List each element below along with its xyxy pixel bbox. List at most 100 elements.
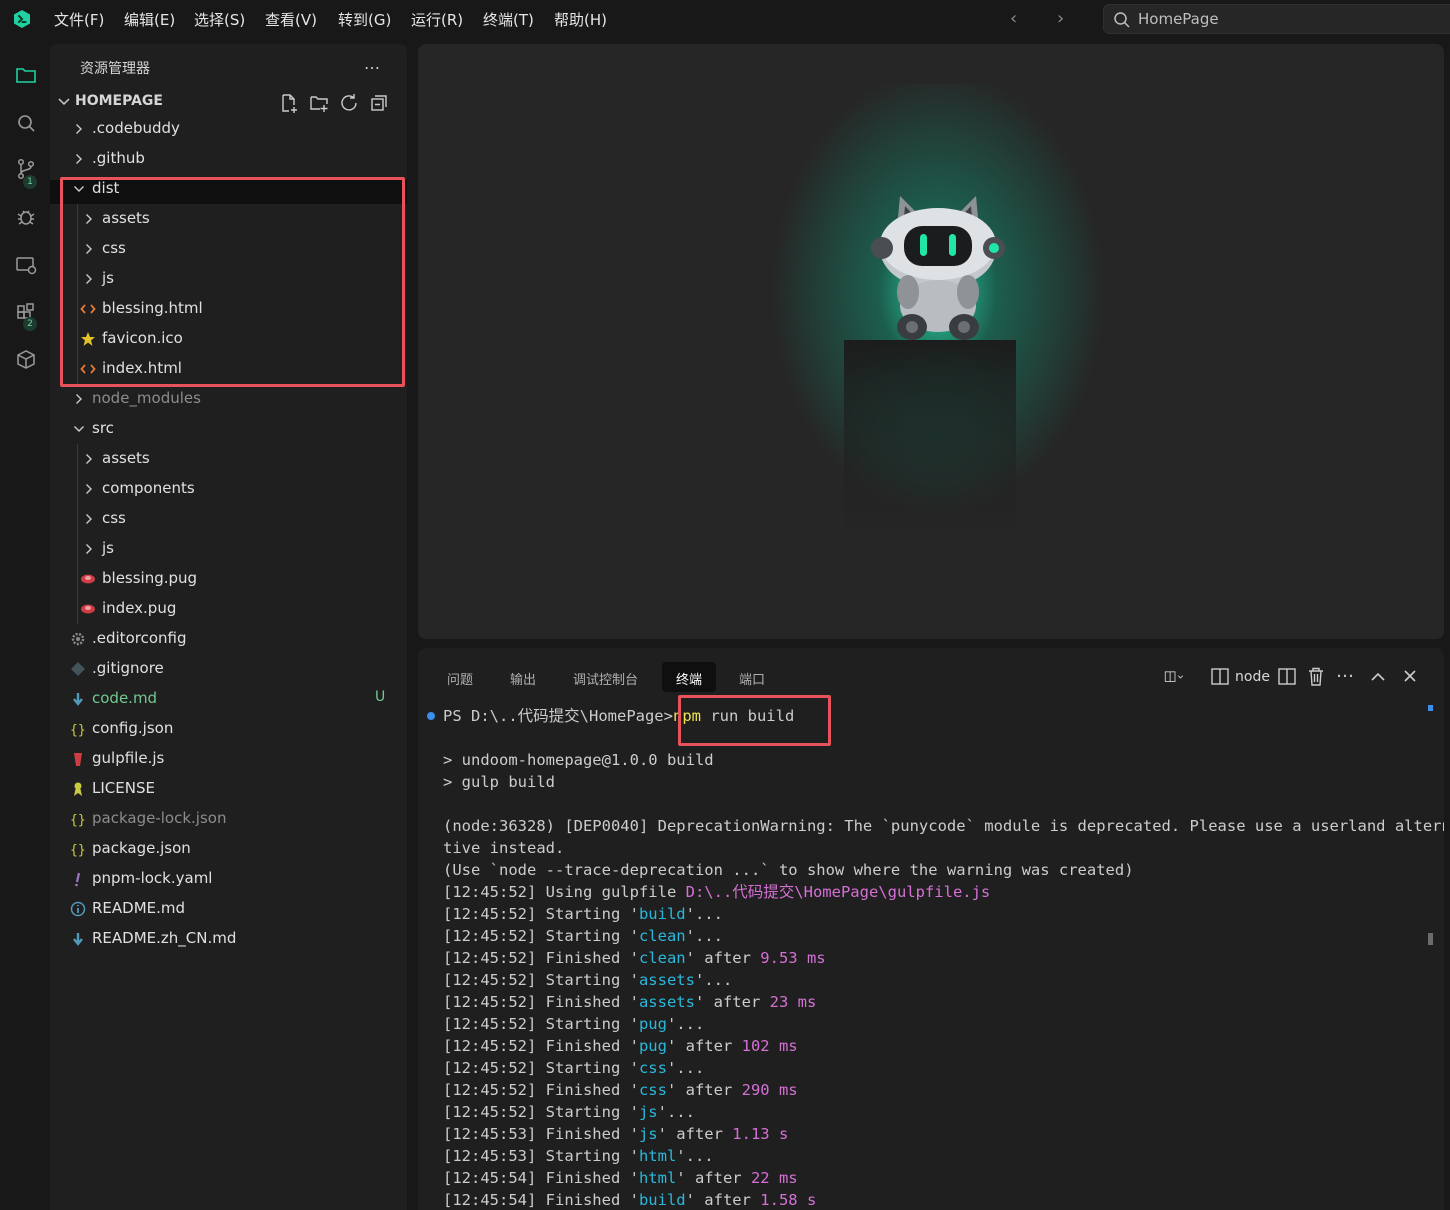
command-status-dot bbox=[427, 712, 435, 720]
gear-file-icon bbox=[71, 632, 85, 646]
menu-view[interactable]: 查看(V) bbox=[265, 9, 317, 30]
tree-item-label: js bbox=[102, 539, 114, 557]
log-prefix: [12:45:52] Starting ' bbox=[443, 905, 639, 923]
log-prefix: [12:45:54] Finished ' bbox=[443, 1191, 639, 1209]
menu-selection[interactable]: 选择(S) bbox=[194, 9, 245, 30]
terminal-log-line: [12:45:52] Starting 'css'... bbox=[443, 1057, 704, 1079]
terminal-line: tive instead. bbox=[443, 837, 564, 859]
chevron-down-icon bbox=[58, 98, 70, 106]
refresh-icon[interactable] bbox=[339, 93, 359, 113]
maximize-panel-chevron-up-icon[interactable] bbox=[1368, 666, 1390, 688]
log-after: ' after bbox=[676, 1169, 751, 1187]
log-prefix: [12:45:52] Starting ' bbox=[443, 1015, 639, 1033]
nav-forward-icon[interactable]: › bbox=[1057, 8, 1064, 29]
tab-ports[interactable]: 端口 bbox=[725, 662, 779, 692]
pug-file-icon bbox=[81, 604, 95, 614]
task-name: pug bbox=[638, 1015, 667, 1033]
terminal-line: > undoom-homepage@1.0.0 build bbox=[443, 749, 714, 771]
robot-cat-mascot-image bbox=[871, 196, 1005, 340]
tab-terminal[interactable]: 终端 bbox=[662, 662, 717, 692]
tree-file-code-md[interactable]: code.md U bbox=[50, 684, 407, 714]
tree-file-index-pug[interactable]: index.pug bbox=[50, 594, 407, 624]
explorer-title: 资源管理器 bbox=[80, 61, 150, 77]
tree-file-readme-zh-cn-md[interactable]: README.zh_CN.md bbox=[50, 924, 407, 954]
split-terminal-icon[interactable] bbox=[1277, 666, 1299, 688]
task-name: js bbox=[638, 1103, 658, 1121]
log-prefix: [12:45:52] Finished ' bbox=[443, 1037, 639, 1055]
tree-file-package-lock-json[interactable]: {} package-lock.json bbox=[50, 804, 407, 834]
more-actions-icon[interactable]: … bbox=[364, 54, 381, 73]
tree-file-blessing-pug[interactable]: blessing.pug bbox=[50, 564, 407, 594]
tree-file-package-json[interactable]: {} package.json bbox=[50, 834, 407, 864]
debug-icon[interactable] bbox=[15, 206, 37, 228]
terminal-text: > undoom-homepage@1.0.0 build bbox=[443, 751, 714, 769]
more-actions-icon[interactable]: … bbox=[1336, 661, 1358, 683]
project-name: HOMEPAGE bbox=[75, 93, 163, 109]
tree-folder-node-modules[interactable]: node_modules bbox=[50, 384, 407, 414]
log-suffix: '... bbox=[666, 1015, 705, 1033]
app-logo-icon[interactable] bbox=[12, 9, 32, 29]
nav-back-icon[interactable]: ‹ bbox=[1010, 8, 1017, 29]
menu-terminal[interactable]: 终端(T) bbox=[483, 9, 534, 30]
tree-file-editorconfig[interactable]: .editorconfig bbox=[50, 624, 407, 654]
license-file-icon bbox=[74, 782, 82, 796]
terminal-instance-icon[interactable] bbox=[1210, 666, 1232, 688]
log-after: ' after bbox=[694, 993, 770, 1011]
collapse-all-icon[interactable] bbox=[369, 93, 389, 113]
tree-folder-css[interactable]: css bbox=[50, 504, 407, 534]
terminal-scrollbar-thumb[interactable] bbox=[1428, 933, 1433, 945]
tree-folder-components[interactable]: components bbox=[50, 474, 407, 504]
terminal-text: [12:45:52] Using gulpfile bbox=[443, 883, 686, 901]
highlight-box-dist bbox=[60, 177, 405, 387]
log-after: ' after bbox=[685, 1191, 761, 1209]
remote-explorer-icon[interactable] bbox=[15, 254, 37, 276]
activity-bar: 1 2 bbox=[0, 40, 50, 1210]
menu-file[interactable]: 文件(F) bbox=[54, 9, 104, 30]
terminal-name[interactable]: node bbox=[1235, 669, 1270, 685]
task-duration: 23 ms bbox=[769, 993, 817, 1011]
source-control-badge: 1 bbox=[23, 175, 37, 189]
preview-panel bbox=[418, 44, 1444, 639]
kill-terminal-trash-icon[interactable] bbox=[1306, 666, 1328, 688]
tab-output[interactable]: 输出 bbox=[496, 662, 550, 692]
menu-go[interactable]: 转到(G) bbox=[338, 9, 391, 30]
explorer-icon[interactable] bbox=[15, 64, 37, 86]
tree-file-license[interactable]: LICENSE bbox=[50, 774, 407, 804]
markdown-file-icon bbox=[73, 933, 83, 946]
tree-item-label: code.md bbox=[92, 689, 158, 707]
search-icon[interactable] bbox=[15, 112, 37, 134]
command-center-search[interactable]: HomePage bbox=[1103, 4, 1450, 34]
task-duration: 9.53 ms bbox=[760, 949, 826, 967]
tree-item-label: README.zh_CN.md bbox=[92, 929, 237, 947]
task-name: html bbox=[638, 1147, 677, 1165]
tree-item-label: blessing.pug bbox=[102, 569, 198, 587]
tree-file-config-json[interactable]: {} config.json bbox=[50, 714, 407, 744]
tree-file-gulpfile-js[interactable]: gulpfile.js bbox=[50, 744, 407, 774]
new-folder-icon[interactable] bbox=[309, 93, 329, 113]
terminal-log-line: [12:45:54] Finished 'html' after 22 ms bbox=[443, 1167, 798, 1189]
tree-file-gitignore[interactable]: .gitignore bbox=[50, 654, 407, 684]
tree-folder-assets[interactable]: assets bbox=[50, 444, 407, 474]
package-icon[interactable] bbox=[15, 348, 37, 370]
project-header[interactable]: HOMEPAGE bbox=[50, 90, 407, 114]
tree-file-pnpm-lock-yaml[interactable]: pnpm-lock.yaml bbox=[50, 864, 407, 894]
menu-help[interactable]: 帮助(H) bbox=[554, 9, 607, 30]
menu-edit[interactable]: 编辑(E) bbox=[124, 9, 175, 30]
chevron-right-icon bbox=[76, 394, 82, 404]
tab-problems[interactable]: 问题 bbox=[433, 662, 487, 692]
tab-debug-console[interactable]: 调试控制台 bbox=[559, 662, 652, 692]
search-icon bbox=[1114, 12, 1130, 28]
tree-folder-github[interactable]: .github bbox=[50, 144, 407, 174]
tree-folder-codebuddy[interactable]: .codebuddy bbox=[50, 114, 407, 144]
close-panel-icon[interactable] bbox=[1400, 666, 1422, 688]
menu-run[interactable]: 运行(R) bbox=[411, 9, 463, 30]
tree-file-readme-md[interactable]: README.md bbox=[50, 894, 407, 924]
log-prefix: [12:45:52] Starting ' bbox=[443, 971, 639, 989]
log-suffix: '... bbox=[685, 927, 723, 945]
tree-item-label: gulpfile.js bbox=[92, 749, 165, 767]
tree-folder-js[interactable]: js bbox=[50, 534, 407, 564]
split-terminal-dropdown-icon[interactable] bbox=[1164, 666, 1186, 688]
terminal-output[interactable]: PS D:\..代码提交\HomePage>npm run build > un… bbox=[418, 695, 1444, 1210]
tree-folder-src[interactable]: src bbox=[50, 414, 407, 444]
new-file-icon[interactable] bbox=[279, 93, 299, 113]
